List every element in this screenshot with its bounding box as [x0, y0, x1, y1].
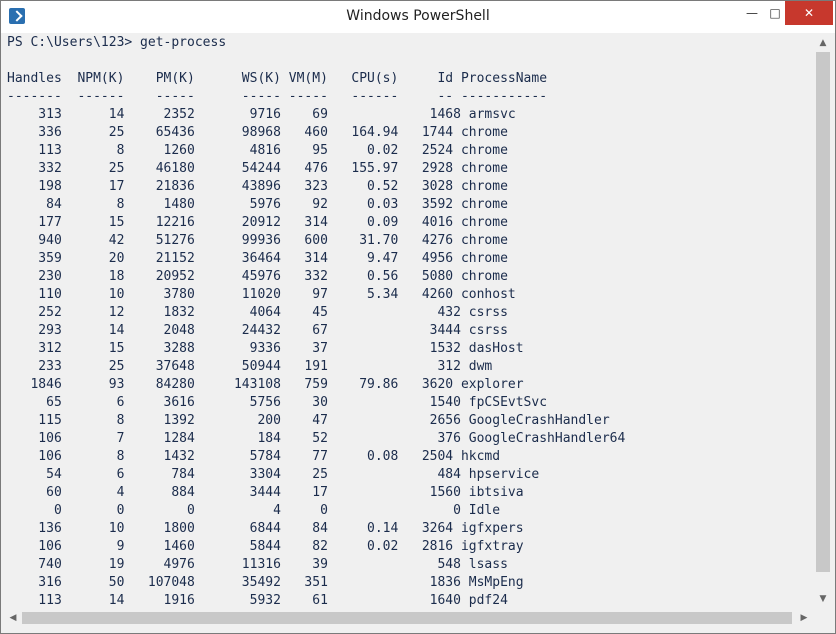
vertical-scrollbar[interactable]: ▲ ▼ — [813, 34, 833, 608]
scrollbar-corner — [813, 608, 833, 628]
table-row: 113 8 1260 4816 95 0.02 2524 chrome — [7, 143, 508, 158]
table-row: 136 10 1800 6844 84 0.14 3264 igfxpers — [7, 521, 524, 536]
table-row: 65 6 3616 5756 30 1540 fpCSEvtSvc — [7, 395, 548, 410]
table-row: 230 18 20952 45976 332 0.56 5080 chrome — [7, 269, 508, 284]
table-row: 84 8 1480 5976 92 0.03 3592 chrome — [7, 197, 508, 212]
console-output[interactable]: PS C:\Users\123> get-process Handles NPM… — [4, 34, 812, 608]
table-row: 198 17 21836 43896 323 0.52 3028 chrome — [7, 179, 508, 194]
table-row: 115 8 1392 200 47 2656 GoogleCrashHandle… — [7, 413, 610, 428]
table-row: 106 8 1432 5784 77 0.08 2504 hkcmd — [7, 449, 501, 464]
table-row: 60 4 884 3444 17 1560 ibtsiva — [7, 485, 524, 500]
scroll-up-icon[interactable]: ▲ — [818, 38, 828, 48]
table-row: 359 20 21152 36464 314 9.47 4956 chrome — [7, 251, 508, 266]
table-row: 740 19 4976 11316 39 548 lsass — [7, 557, 508, 572]
table-row: 1846 93 84280 143108 759 79.86 3620 expl… — [7, 377, 524, 392]
table-row: 332 25 46180 54244 476 155.97 2928 chrom… — [7, 161, 508, 176]
scroll-left-icon[interactable]: ◀ — [8, 613, 18, 623]
table-row: 0 0 0 4 0 0 Idle — [7, 503, 501, 518]
table-row: 252 12 1832 4064 45 432 csrss — [7, 305, 508, 320]
horizontal-scrollbar[interactable]: ◀ ▶ — [4, 608, 813, 628]
scroll-down-icon[interactable]: ▼ — [818, 594, 828, 604]
horizontal-scroll-thumb[interactable] — [22, 612, 792, 624]
table-row: 312 15 3288 9336 37 1532 dasHost — [7, 341, 524, 356]
vertical-scroll-thumb[interactable] — [816, 52, 830, 572]
title-bar[interactable]: Windows PowerShell — □ ✕ — [1, 1, 835, 33]
table-row: 233 25 37648 50944 191 312 dwm — [7, 359, 493, 374]
scroll-right-icon[interactable]: ▶ — [799, 613, 809, 623]
table-row: 313 14 2352 9716 69 1468 armsvc — [7, 107, 516, 122]
table-separator: ------- ------ ----- ----- ----- ------ … — [7, 89, 548, 104]
table-header: Handles NPM(K) PM(K) WS(K) VM(M) CPU(s) … — [7, 71, 548, 86]
table-row: 336 25 65436 98968 460 164.94 1744 chrom… — [7, 125, 508, 140]
table-row: 113 14 1916 5932 61 1640 pdf24 — [7, 593, 508, 608]
powershell-window: Windows PowerShell — □ ✕ PS C:\Users\123… — [0, 0, 836, 634]
table-row: 54 6 784 3304 25 484 hpservice — [7, 467, 540, 482]
table-row: 106 9 1460 5844 82 0.02 2816 igfxtray — [7, 539, 524, 554]
table-row: 316 50 107048 35492 351 1836 MsMpEng — [7, 575, 524, 590]
table-row: 106 7 1284 184 52 376 GoogleCrashHandler… — [7, 431, 626, 446]
table-row: 293 14 2048 24432 67 3444 csrss — [7, 323, 508, 338]
prompt-line: PS C:\Users\123> get-process — [7, 35, 227, 50]
window-title: Windows PowerShell — [346, 8, 490, 24]
table-row: 177 15 12216 20912 314 0.09 4016 chrome — [7, 215, 508, 230]
close-button[interactable]: ✕ — [785, 1, 833, 25]
table-row: 940 42 51276 99936 600 31.70 4276 chrome — [7, 233, 508, 248]
table-row: 110 10 3780 11020 97 5.34 4260 conhost — [7, 287, 516, 302]
